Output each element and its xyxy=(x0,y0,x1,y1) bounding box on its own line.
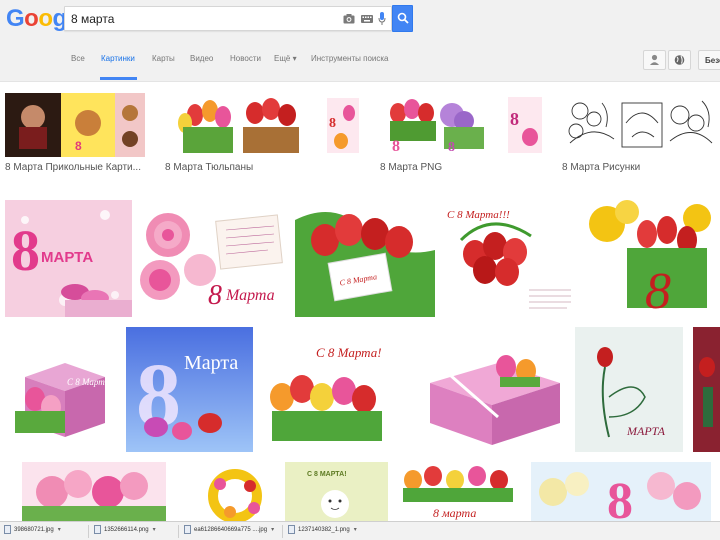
related-image: 8 xyxy=(165,93,360,157)
chevron-down-icon[interactable]: ▾ xyxy=(153,527,156,533)
download-filename: 398680721.jpg xyxy=(14,527,54,534)
divider xyxy=(178,525,179,538)
related-search-tulips[interactable]: 8 8 Марта Тюльпаны xyxy=(165,88,360,178)
file-icon xyxy=(184,525,191,534)
result-image[interactable]: 8 Марта xyxy=(138,200,289,317)
chevron-down-icon[interactable]: ▾ xyxy=(58,527,61,533)
related-search-png[interactable]: 8 8 8 8 Марта PNG xyxy=(380,88,542,178)
logo-letter: o xyxy=(38,5,53,32)
file-icon xyxy=(288,525,295,534)
search-button[interactable] xyxy=(392,5,413,32)
svg-text:С 8 МАРТА!: С 8 МАРТА! xyxy=(307,471,347,478)
related-label: 8 Марта Прикольные Карти... xyxy=(5,162,141,173)
active-tab-indicator xyxy=(100,77,137,80)
tab-all[interactable]: Все xyxy=(71,54,85,63)
safesearch-button[interactable] xyxy=(668,50,691,70)
related-image: 8 xyxy=(5,93,145,157)
search-box xyxy=(64,6,392,31)
download-item[interactable]: 1352666114.png ▾ xyxy=(94,525,156,539)
tab-search-tools[interactable]: Инструменты поиска xyxy=(311,54,388,63)
result-image[interactable]: МАРТА xyxy=(575,327,683,452)
related-search-funny[interactable]: 8 8 Марта Прикольные Карти... xyxy=(5,88,145,178)
related-image xyxy=(562,93,720,157)
settings-button[interactable]: Безо xyxy=(698,50,720,70)
svg-text:8: 8 xyxy=(448,140,455,155)
download-filename: 1352666114.png xyxy=(104,527,149,534)
tab-videos[interactable]: Видео xyxy=(190,54,213,63)
result-image[interactable]: 8 марта xyxy=(393,462,526,521)
microphone-icon[interactable] xyxy=(378,12,386,26)
svg-text:МАРТА: МАРТА xyxy=(41,249,93,266)
svg-text:С 8 Марта!!!: С 8 Марта!!! xyxy=(447,209,510,221)
camera-icon[interactable] xyxy=(343,14,355,24)
chevron-down-icon[interactable]: ▾ xyxy=(354,527,357,533)
account-button[interactable] xyxy=(643,50,666,70)
search-tabs: Все Картинки Карты Видео Новости Ещё ▾ И… xyxy=(0,44,720,80)
related-label: 8 Марта PNG xyxy=(380,162,443,173)
related-search-drawings[interactable]: 8 Марта Рисунки xyxy=(562,88,720,178)
result-image[interactable] xyxy=(190,462,280,521)
svg-text:8: 8 xyxy=(329,116,336,131)
result-image[interactable]: 8 Марта xyxy=(126,327,253,452)
downloads-bar: 398680721.jpg ▾ 1352666114.png ▾ ea6128664… xyxy=(0,521,720,540)
download-item[interactable]: ea61286640669a775 ....jpg ▾ xyxy=(184,525,274,539)
logo-letter: G xyxy=(6,5,25,32)
svg-text:8: 8 xyxy=(607,473,633,521)
svg-text:8 марта: 8 марта xyxy=(433,506,476,520)
download-filename: ea61286640669a775 ....jpg xyxy=(194,527,268,534)
result-image[interactable]: 8 МАРТА xyxy=(5,200,132,317)
related-label: 8 Марта Тюльпаны xyxy=(165,162,254,173)
related-label: 8 Марта Рисунки xyxy=(562,162,641,173)
svg-text:8: 8 xyxy=(11,218,40,283)
result-image[interactable]: С 8 Марта! xyxy=(258,327,404,452)
download-filename: 1237140382_1.png xyxy=(298,527,350,534)
tab-news[interactable]: Новости xyxy=(230,54,261,63)
keyboard-icon[interactable] xyxy=(361,15,373,23)
result-image[interactable]: С 8 МАРТА! xyxy=(285,462,388,521)
divider xyxy=(282,525,283,538)
svg-text:8: 8 xyxy=(392,138,400,155)
related-image: 8 8 8 xyxy=(380,93,542,157)
download-item[interactable]: 398680721.jpg ▾ xyxy=(4,525,61,539)
result-image[interactable] xyxy=(689,327,720,452)
result-image[interactable]: С 8 Марта!!! xyxy=(441,200,581,317)
svg-text:Марта: Марта xyxy=(184,352,238,374)
download-item[interactable]: 1237140382_1.png ▾ xyxy=(288,525,357,539)
file-icon xyxy=(4,525,11,534)
chevron-down-icon[interactable]: ▾ xyxy=(271,527,274,533)
tab-more[interactable]: Ещё ▾ xyxy=(274,54,297,63)
result-image[interactable]: 8 xyxy=(531,462,711,521)
result-image[interactable]: С 8 Марта xyxy=(295,200,435,317)
divider xyxy=(88,525,89,538)
tab-images[interactable]: Картинки xyxy=(101,54,135,63)
svg-text:МАРТА: МАРТА xyxy=(626,424,666,438)
file-icon xyxy=(94,525,101,534)
search-icon xyxy=(397,12,409,24)
result-image[interactable] xyxy=(22,462,166,521)
svg-text:С 8 Марта: С 8 Марта xyxy=(67,377,110,387)
result-image[interactable]: С 8 Марта xyxy=(5,327,121,452)
svg-text:С 8 Марта!: С 8 Марта! xyxy=(316,345,382,360)
search-input[interactable] xyxy=(71,11,331,27)
tab-maps[interactable]: Карты xyxy=(152,54,175,63)
header: Google Все Картинки Карты Видео xyxy=(0,0,720,82)
result-image[interactable]: 8 xyxy=(587,200,720,317)
svg-text:Марта: Марта xyxy=(225,287,275,304)
globe-icon xyxy=(674,55,685,65)
result-image[interactable] xyxy=(410,327,570,452)
svg-text:8: 8 xyxy=(645,263,671,317)
svg-text:8: 8 xyxy=(510,109,519,129)
svg-text:8: 8 xyxy=(75,139,82,153)
person-icon xyxy=(650,54,659,65)
svg-text:8: 8 xyxy=(208,280,222,311)
logo-letter: o xyxy=(24,5,39,32)
